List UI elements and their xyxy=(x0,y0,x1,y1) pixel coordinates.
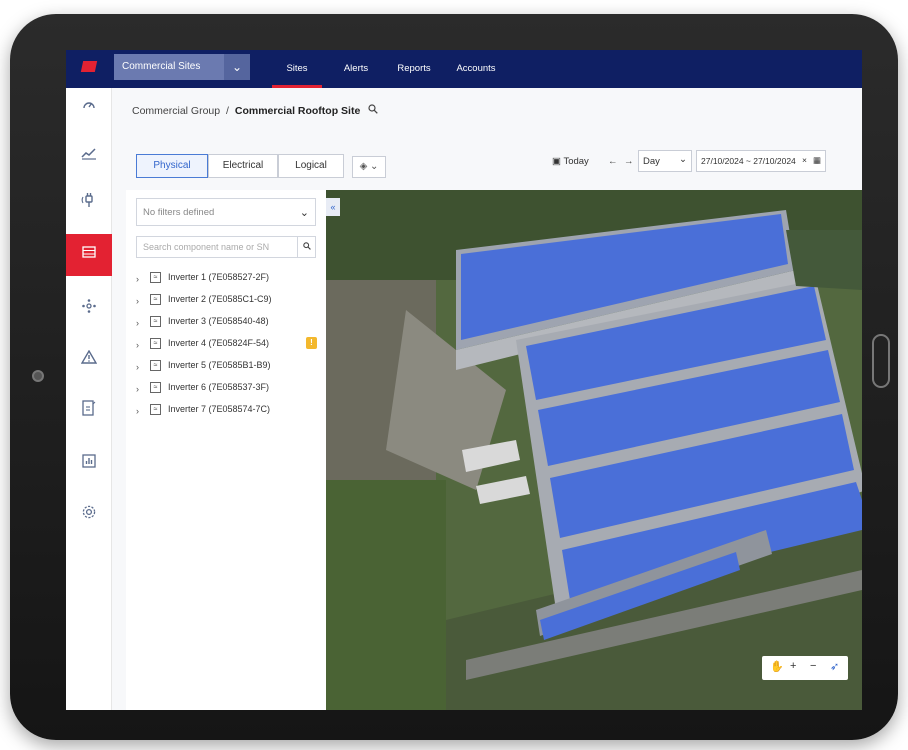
alert-icon[interactable] xyxy=(66,340,112,380)
warning-icon[interactable]: ! xyxy=(306,337,317,349)
brand-logo xyxy=(80,61,98,72)
tab-logical[interactable]: Logical xyxy=(278,154,344,178)
chevron-right-icon[interactable]: › xyxy=(136,340,139,350)
date-range-input[interactable]: 27/10/2024 ~ 27/10/2024 × ▦ xyxy=(696,150,826,172)
collapse-panel-button[interactable]: « xyxy=(326,198,340,216)
inverter-icon: ≈ xyxy=(150,316,161,327)
app-screen: Commercial Sites ⌄ Sites Alerts Reports … xyxy=(66,50,862,710)
zoom-out-icon[interactable]: − xyxy=(810,660,816,672)
report-icon[interactable] xyxy=(66,392,112,432)
chevron-down-icon: ⌄ xyxy=(679,154,687,165)
sidebar xyxy=(66,88,112,710)
component-panel: No filters defined ⌄ Search component na… xyxy=(126,190,326,710)
site-selector[interactable]: Commercial Sites ⌄ xyxy=(114,54,250,80)
chevron-down-icon: ⌄ xyxy=(370,161,379,172)
list-item[interactable]: › ≈ Inverter 6 (7E058537-3F) xyxy=(136,380,321,398)
chevron-right-icon[interactable]: › xyxy=(136,296,139,306)
nav-sites[interactable]: Sites xyxy=(272,50,322,88)
aerial-site-image xyxy=(326,190,862,710)
inverter-icon: ≈ xyxy=(150,272,161,283)
layers-icon: ◈ xyxy=(359,161,368,172)
search-icon[interactable] xyxy=(368,104,378,117)
breadcrumb-separator: / xyxy=(226,105,229,117)
inverter-label: Inverter 7 (7E058574-7C) xyxy=(168,404,271,414)
chevron-right-icon[interactable]: › xyxy=(136,406,139,416)
prev-arrow-icon[interactable]: ← xyxy=(608,156,618,167)
next-arrow-icon[interactable]: → xyxy=(624,156,634,167)
period-value: Day xyxy=(643,156,660,167)
compass-icon[interactable]: ➶ xyxy=(830,660,839,673)
chevron-right-icon[interactable]: › xyxy=(136,318,139,328)
home-button xyxy=(872,334,890,388)
component-search-input[interactable]: Search component name or SN xyxy=(136,236,316,258)
list-item[interactable]: › ≈ Inverter 4 (7E05824F-54) ! xyxy=(136,336,321,354)
map-3d-view[interactable]: ✋ + − ➶ xyxy=(326,190,862,710)
breadcrumb-group[interactable]: Commercial Group xyxy=(132,105,220,117)
today-label: Today xyxy=(563,156,589,167)
main-content: Commercial Group / Commercial Rooftop Si… xyxy=(112,88,862,710)
inverter-label: Inverter 4 (7E05824F-54) xyxy=(168,338,270,348)
today-button[interactable]: ▣ Today xyxy=(552,156,589,167)
list-item[interactable]: › ≈ Inverter 3 (7E058540-48) xyxy=(136,314,321,332)
settings-icon[interactable] xyxy=(66,496,112,536)
inverter-icon: ≈ xyxy=(150,338,161,349)
tab-electrical[interactable]: Electrical xyxy=(208,154,278,178)
layout-icon[interactable] xyxy=(66,234,112,276)
camera-icon xyxy=(32,370,44,382)
chevron-right-icon[interactable]: › xyxy=(136,384,139,394)
chevron-right-icon[interactable]: › xyxy=(136,274,139,284)
inverter-label: Inverter 5 (7E0585B1-B9) xyxy=(168,360,271,370)
calendar-icon[interactable]: ▦ xyxy=(813,155,821,166)
list-item[interactable]: › ≈ Inverter 2 (7E0585C1-C9) xyxy=(136,292,321,310)
clear-icon[interactable]: × xyxy=(802,155,807,165)
inverter-icon: ≈ xyxy=(150,294,161,305)
inverter-icon: ≈ xyxy=(150,404,161,415)
chevron-down-icon: ⌄ xyxy=(299,207,309,219)
tab-physical[interactable]: Physical xyxy=(136,154,208,178)
breadcrumb-site: Commercial Rooftop Site xyxy=(234,105,361,117)
inverter-label: Inverter 1 (7E058527-2F) xyxy=(168,272,270,282)
inverter-label: Inverter 2 (7E0585C1-C9) xyxy=(168,294,272,304)
inverter-icon: ≈ xyxy=(150,382,161,393)
devices-icon[interactable] xyxy=(66,290,112,330)
chevron-right-icon[interactable]: › xyxy=(136,362,139,372)
stats-icon[interactable] xyxy=(66,444,112,484)
calendar-icon: ▣ xyxy=(552,156,561,167)
list-item[interactable]: › ≈ Inverter 1 (7E058527-2F) xyxy=(136,270,321,288)
chevron-down-icon[interactable]: ⌄ xyxy=(224,54,250,80)
plug-icon[interactable] xyxy=(66,184,112,224)
breadcrumb: Commercial Group / Commercial Rooftop Si… xyxy=(132,104,378,117)
period-select[interactable]: Day ⌄ xyxy=(638,150,692,172)
zoom-in-icon[interactable]: + xyxy=(790,660,796,672)
list-item[interactable]: › ≈ Inverter 5 (7E0585B1-B9) xyxy=(136,358,321,376)
filter-select[interactable]: No filters defined ⌄ xyxy=(136,198,316,226)
filter-placeholder: No filters defined xyxy=(143,207,215,218)
site-selector-label: Commercial Sites xyxy=(122,61,201,72)
layers-button[interactable]: ◈ ⌄ xyxy=(352,156,386,178)
nav-reports[interactable]: Reports xyxy=(392,50,436,88)
inverter-icon: ≈ xyxy=(150,360,161,371)
date-range-value: 27/10/2024 ~ 27/10/2024 xyxy=(701,156,796,166)
top-bar: Commercial Sites ⌄ Sites Alerts Reports … xyxy=(66,50,862,88)
nav-alerts[interactable]: Alerts xyxy=(336,50,376,88)
map-controls: ✋ + − ➶ xyxy=(762,656,848,680)
nav-accounts[interactable]: Accounts xyxy=(452,50,500,88)
list-item[interactable]: › ≈ Inverter 7 (7E058574-7C) xyxy=(136,402,321,420)
chart-icon[interactable] xyxy=(66,136,112,176)
search-icon[interactable] xyxy=(297,237,315,257)
inverter-label: Inverter 3 (7E058540-48) xyxy=(168,316,269,326)
dashboard-icon[interactable] xyxy=(66,88,112,128)
inverter-label: Inverter 6 (7E058537-3F) xyxy=(168,382,270,392)
search-placeholder: Search component name or SN xyxy=(143,242,270,252)
pan-icon[interactable]: ✋ xyxy=(770,660,784,673)
